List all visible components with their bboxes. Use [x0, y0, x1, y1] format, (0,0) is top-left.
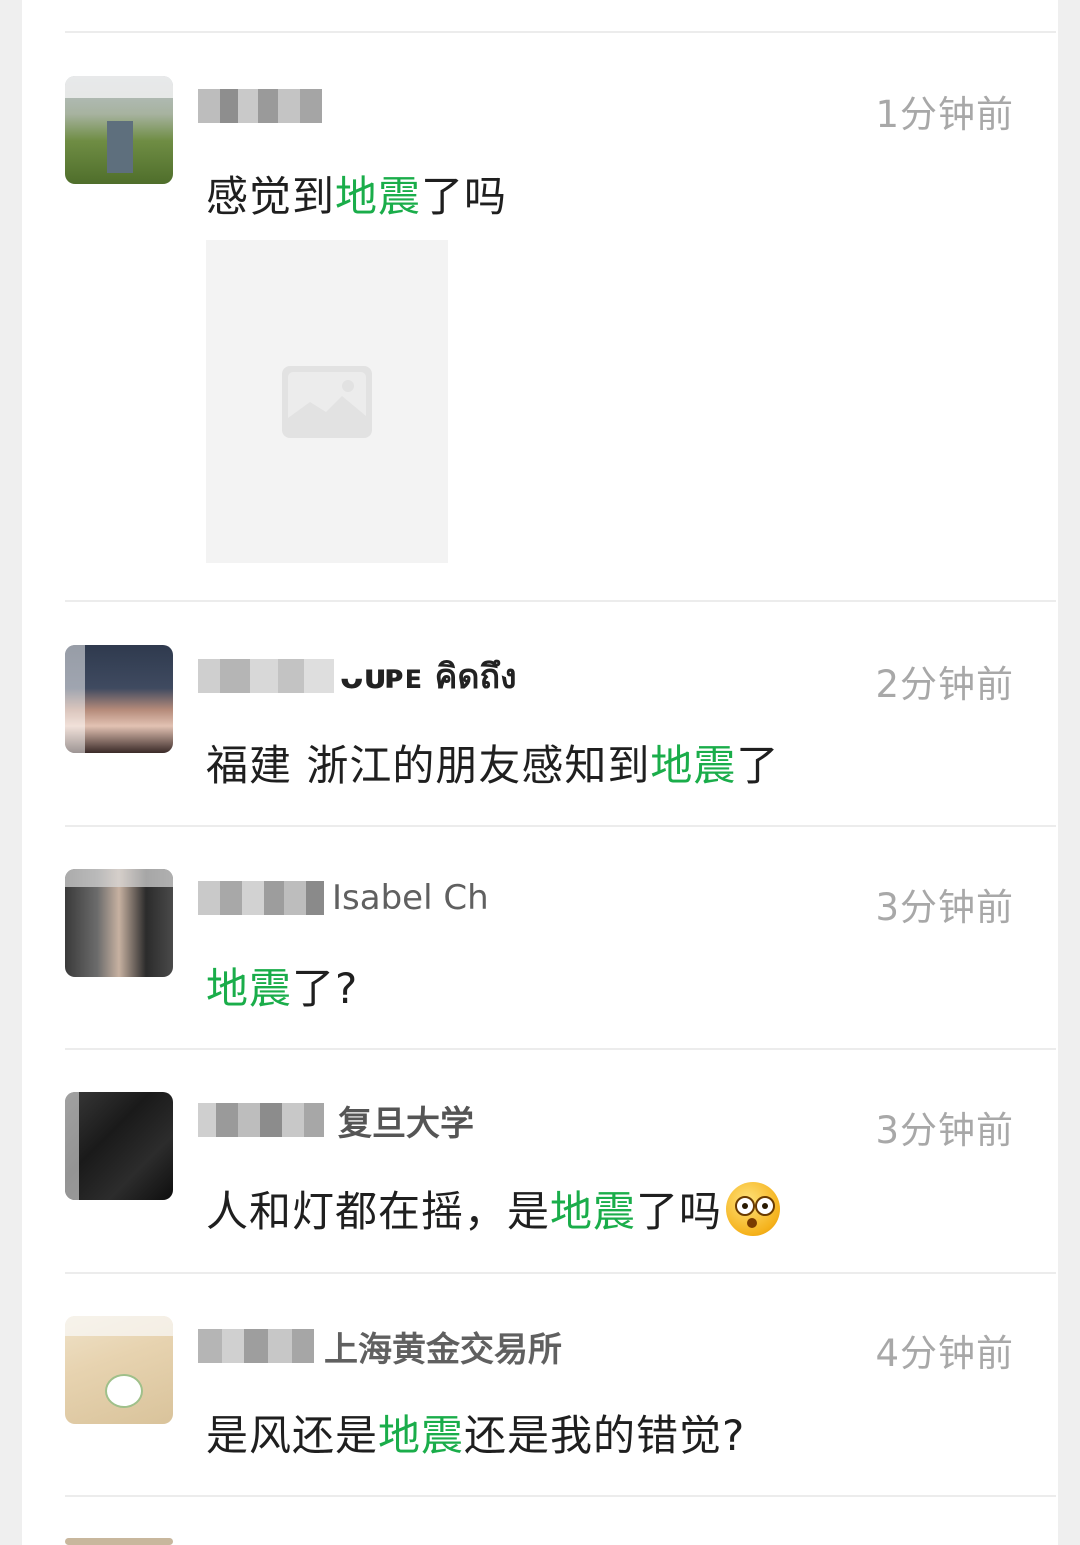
- user-name-blurred[interactable]: Isabel Ch: [198, 878, 489, 918]
- divider: [65, 1272, 1056, 1274]
- comment-text: 福建 浙江的朋友感知到地震了: [206, 732, 779, 793]
- user-name-partial[interactable]: ᴗᴜᴘᴇ คิดถึง: [340, 649, 517, 703]
- keyword-link[interactable]: 地震: [550, 1187, 636, 1236]
- divider: [65, 1048, 1056, 1050]
- avatar[interactable]: [65, 1538, 173, 1545]
- avatar[interactable]: [65, 76, 173, 184]
- comment-text: 地震了?: [206, 955, 358, 1016]
- image-icon: [282, 366, 372, 438]
- divider: [65, 825, 1056, 827]
- keyword-link[interactable]: 地震: [378, 1411, 464, 1460]
- comment-time: 3分钟前: [875, 1109, 1014, 1152]
- comment-text-after: 了: [736, 741, 780, 790]
- image-attachment[interactable]: [206, 240, 448, 563]
- divider: [65, 600, 1056, 602]
- comment-time: 3分钟前: [875, 886, 1014, 929]
- avatar[interactable]: [65, 645, 173, 753]
- comment-text-before: 人和灯都在摇，是: [206, 1187, 551, 1236]
- comment-text-after: 了吗: [421, 172, 508, 221]
- user-name-blurred[interactable]: 上海黄金交易所: [198, 1326, 562, 1370]
- user-name-blurred[interactable]: [198, 86, 322, 126]
- keyword-link[interactable]: 地震: [335, 172, 421, 221]
- comment-time: 1分钟前: [875, 93, 1014, 136]
- comment-time: 4分钟前: [875, 1332, 1014, 1375]
- user-name-blurred[interactable]: 复旦大学: [198, 1100, 474, 1144]
- user-name-partial[interactable]: Isabel Ch: [332, 878, 489, 918]
- comment-text-before: 福建 浙江的朋友感知到: [206, 741, 651, 790]
- comment-text: 是风还是地震还是我的错觉?: [206, 1402, 745, 1463]
- avatar[interactable]: [65, 1316, 173, 1424]
- comment-text-after: 了吗: [636, 1187, 723, 1236]
- comment-text-after: 了?: [292, 964, 359, 1013]
- comment-text-before: 是风还是: [206, 1411, 379, 1460]
- comment-text: 人和灯都在摇，是地震了吗: [206, 1178, 781, 1239]
- comment-time: 2分钟前: [875, 663, 1014, 706]
- comment-text-after: 还是我的错觉?: [464, 1411, 746, 1460]
- keyword-link[interactable]: 地震: [206, 964, 292, 1013]
- user-name-partial[interactable]: 复旦大学: [338, 1096, 474, 1145]
- flushed-face-emoji: [726, 1182, 781, 1236]
- comment-text-before: 感觉到: [206, 172, 336, 221]
- comment-text: 感觉到地震了吗: [206, 163, 507, 224]
- user-name-blurred[interactable]: ᴗᴜᴘᴇ คิดถึง: [198, 656, 517, 697]
- user-name-partial[interactable]: 上海黄金交易所: [324, 1322, 562, 1371]
- keyword-link[interactable]: 地震: [650, 741, 736, 790]
- avatar[interactable]: [65, 1092, 173, 1200]
- avatar[interactable]: [65, 869, 173, 977]
- divider: [65, 31, 1056, 33]
- divider: [65, 1495, 1056, 1497]
